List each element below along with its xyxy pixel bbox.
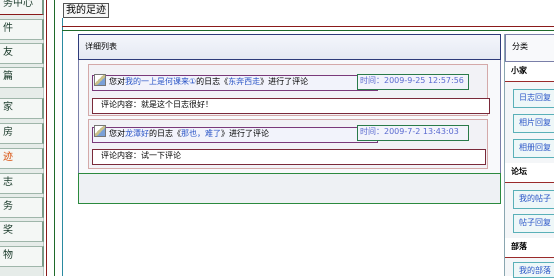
link-blog-replies[interactable]: 日志回复 [513,89,554,108]
frame-divider [62,30,554,31]
entry-time: 时间：2009-9-25 12:57:56 [357,74,469,90]
category-header: 分类 [505,34,554,62]
entry-description: 您对龙潭好的日志《那也，难了》进行了评论 [92,127,378,143]
entry-time: 时间：2009-7-2 13:43:03 [357,125,469,141]
section-title-tribe: 部落 [505,238,554,258]
entry-suffix: 》进行了评论 [260,77,309,86]
detail-panel-footer [78,173,501,204]
section-title-home: 小家 [505,62,554,82]
left-sidebar: 务中心 件 友 篇 家 房 迹 志 务 奖 物 [0,0,44,276]
sidebar-item-awards[interactable]: 奖 [0,221,44,242]
sidebar-item-room[interactable]: 房 [0,123,44,144]
sidebar-item-tasks[interactable]: 务 [0,197,44,218]
link-my-posts[interactable]: 我的帖子 [513,190,554,209]
sidebar-item-footprints[interactable]: 迹 [0,148,44,169]
link-album-replies[interactable]: 相册回复 [513,139,554,158]
sidebar-item-posts[interactable]: 篇 [0,67,44,88]
entry-comment: 评论内容：试一下评论 [92,149,486,165]
entry-user-link[interactable]: 龙潭好 [125,129,149,138]
entry-user-link[interactable]: 我的一上是何课来① [125,77,196,86]
breadcrumb: 我的足迹 [63,3,109,18]
entry-title-link[interactable]: 东奔西走 [228,77,260,86]
sidebar-item-friends[interactable]: 友 [0,43,44,64]
entry-comment: 评论内容：就是这个日志很好！ [92,98,490,114]
entry-description: 您对我的一上是何课来①的日志《东奔西走》进行了评论 [92,75,378,91]
link-photo-replies[interactable]: 相片回复 [513,114,554,133]
sidebar-item-service-center[interactable]: 务中心 [0,0,44,15]
comment-icon [94,125,106,137]
sidebar-item-mail[interactable]: 件 [0,19,44,40]
entry-suffix: 》进行了评论 [221,129,269,138]
entry-prefix: 您对 [109,77,125,86]
frame-divider [46,0,47,276]
sidebar-item-home[interactable]: 家 [0,98,44,119]
entry-prefix: 您对 [109,129,125,138]
frame-divider [62,18,63,276]
section-title-forum: 论坛 [505,163,554,183]
entry-middle: 的日志《 [149,129,181,138]
link-post-replies[interactable]: 帖子回复 [513,214,554,233]
sidebar-item-items[interactable]: 物 [0,246,44,267]
frame-divider [62,26,554,27]
detail-list-header: 详细列表 [78,34,501,60]
comment-icon [94,74,106,86]
frame-divider [54,0,55,276]
entry-title-link[interactable]: 那也，难了 [181,129,221,138]
sidebar-item-blog[interactable]: 志 [0,173,44,194]
entry-middle: 的日志《 [196,77,229,86]
